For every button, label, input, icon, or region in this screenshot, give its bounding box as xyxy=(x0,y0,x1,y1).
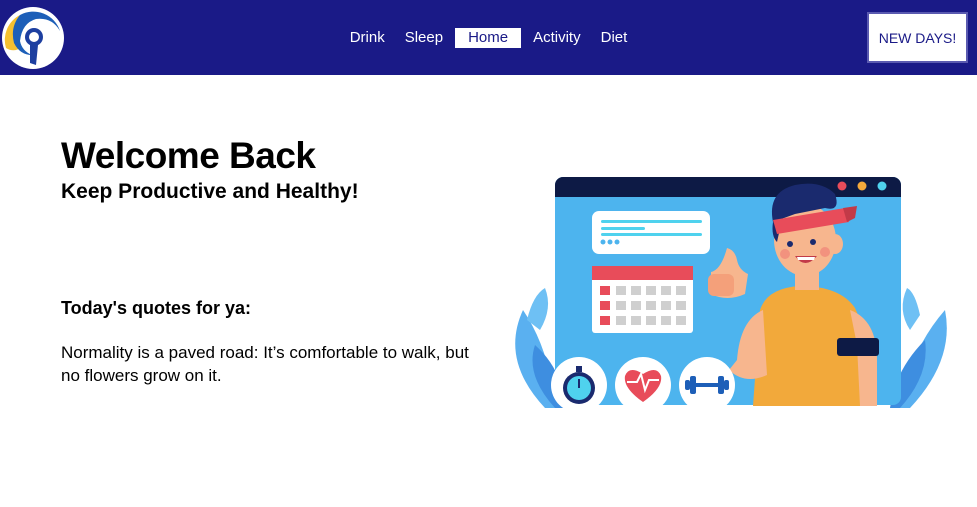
page-subtitle: Keep Productive and Healthy! xyxy=(61,180,359,203)
nav-link-drink[interactable]: Drink xyxy=(340,28,395,48)
main-nav: Drink Sleep Home Activity Diet xyxy=(0,27,977,49)
window-dot-yellow xyxy=(857,181,867,191)
quote-label: Today's quotes for ya: xyxy=(61,298,251,318)
heart-rate-icon xyxy=(615,357,671,413)
calendar-icon xyxy=(592,266,693,333)
window-dot-red xyxy=(837,181,847,191)
dumbbell-icon xyxy=(679,357,735,413)
quote-text: Normality is a paved road: It’s comforta… xyxy=(61,343,469,385)
top-navbar: Drink Sleep Home Activity Diet NEW DAYS! xyxy=(0,0,977,75)
window-dot-cyan xyxy=(877,181,887,191)
nav-link-sleep[interactable]: Sleep xyxy=(395,28,453,48)
fitness-illustration xyxy=(515,177,947,413)
message-card xyxy=(592,211,710,254)
page-title: Welcome Back xyxy=(61,135,316,176)
stopwatch-icon xyxy=(551,357,607,413)
new-days-button[interactable]: NEW DAYS! xyxy=(867,12,968,63)
nav-link-home[interactable]: Home xyxy=(455,28,522,48)
nav-link-activity[interactable]: Activity xyxy=(523,28,591,48)
nav-link-diet[interactable]: Diet xyxy=(591,28,638,48)
